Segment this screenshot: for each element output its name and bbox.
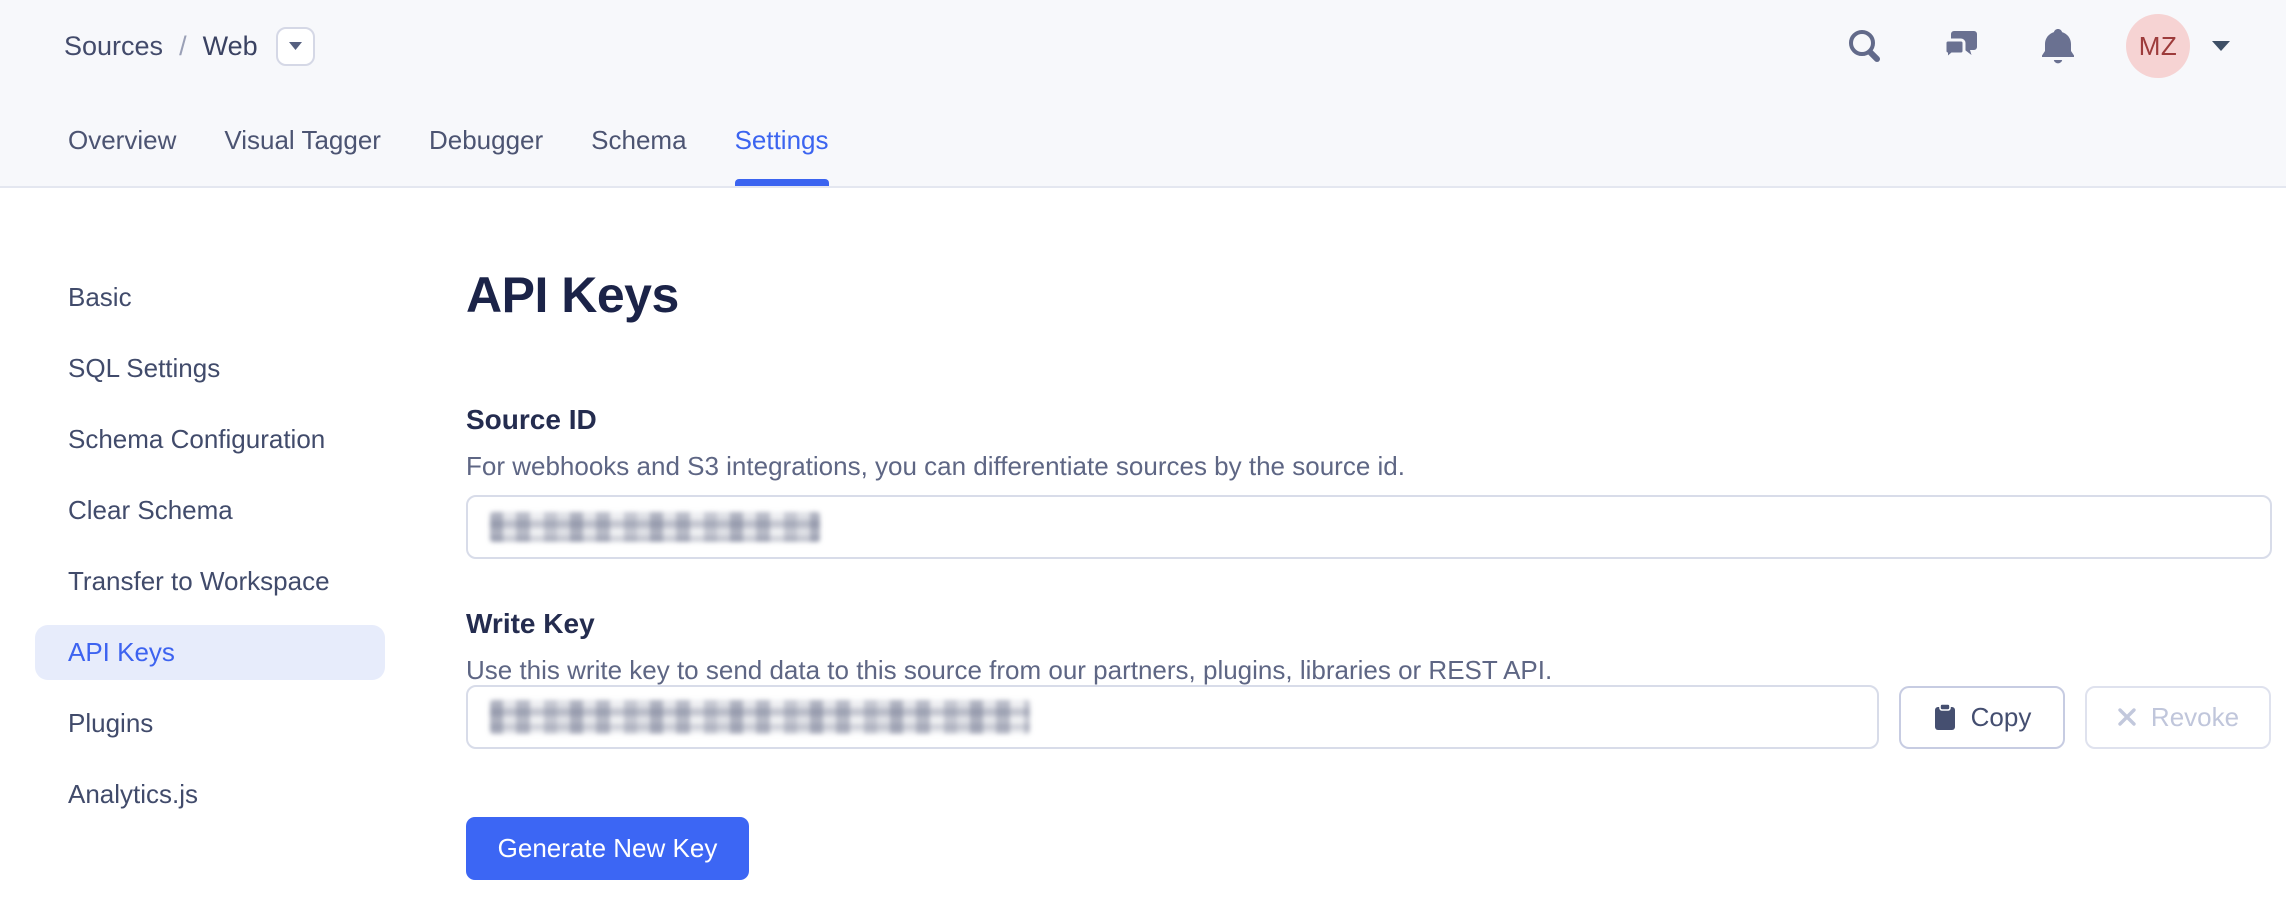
write-key-label: Write Key xyxy=(466,609,2272,639)
settings-sidebar: Basic SQL Settings Schema Configuration … xyxy=(0,188,420,838)
sidebar-item-basic[interactable]: Basic xyxy=(35,270,385,325)
breadcrumb-separator: / xyxy=(179,31,187,62)
revoke-button-label: Revoke xyxy=(2151,702,2239,733)
sidebar-item-api-keys[interactable]: API Keys xyxy=(35,625,385,680)
tab-visual-tagger[interactable]: Visual Tagger xyxy=(224,125,381,186)
tab-schema[interactable]: Schema xyxy=(591,125,686,186)
breadcrumb: Sources / Web xyxy=(64,27,315,66)
notifications-bell-icon[interactable] xyxy=(2040,27,2076,65)
chevron-down-icon xyxy=(288,41,303,51)
sidebar-item-schema-configuration[interactable]: Schema Configuration xyxy=(35,412,385,467)
tab-overview[interactable]: Overview xyxy=(68,125,176,186)
revoke-button[interactable]: Revoke xyxy=(2085,686,2271,749)
source-id-input[interactable] xyxy=(466,495,2272,559)
sidebar-item-clear-schema[interactable]: Clear Schema xyxy=(35,483,385,538)
sidebar-item-analytics-js[interactable]: Analytics.js xyxy=(35,767,385,822)
copy-button[interactable]: Copy xyxy=(1899,686,2065,749)
user-menu-caret-icon[interactable] xyxy=(2210,39,2232,53)
chat-icon[interactable] xyxy=(1942,28,1980,64)
source-switcher-button[interactable] xyxy=(276,27,315,66)
api-keys-panel: API Keys Source ID For webhooks and S3 i… xyxy=(466,188,2272,880)
clipboard-icon xyxy=(1933,703,1957,732)
source-id-label: Source ID xyxy=(466,405,2272,435)
sidebar-item-transfer-to-workspace[interactable]: Transfer to Workspace xyxy=(35,554,385,609)
source-tabs: Overview Visual Tagger Debugger Schema S… xyxy=(68,125,829,186)
search-icon[interactable] xyxy=(1846,28,1882,64)
x-icon xyxy=(2117,707,2137,727)
app-screen: Sources / Web xyxy=(0,0,2286,914)
breadcrumb-source-name: Web xyxy=(203,31,258,62)
source-id-redacted-value xyxy=(490,512,820,542)
page-title: API Keys xyxy=(466,269,2272,321)
header-actions: MZ xyxy=(1846,14,2232,78)
breadcrumb-sources-link[interactable]: Sources xyxy=(64,31,163,62)
write-key-description: Use this write key to send data to this … xyxy=(466,655,2272,685)
generate-new-key-button[interactable]: Generate New Key xyxy=(466,817,749,880)
avatar[interactable]: MZ xyxy=(2126,14,2190,78)
copy-button-label: Copy xyxy=(1971,702,2032,733)
sidebar-item-plugins[interactable]: Plugins xyxy=(35,696,385,751)
write-key-input[interactable] xyxy=(466,685,1879,749)
sidebar-item-sql-settings[interactable]: SQL Settings xyxy=(35,341,385,396)
source-id-description: For webhooks and S3 integrations, you ca… xyxy=(466,451,2272,481)
tab-settings[interactable]: Settings xyxy=(735,125,829,186)
tab-debugger[interactable]: Debugger xyxy=(429,125,543,186)
top-header: Sources / Web xyxy=(0,0,2286,188)
write-key-redacted-value xyxy=(490,700,1030,734)
